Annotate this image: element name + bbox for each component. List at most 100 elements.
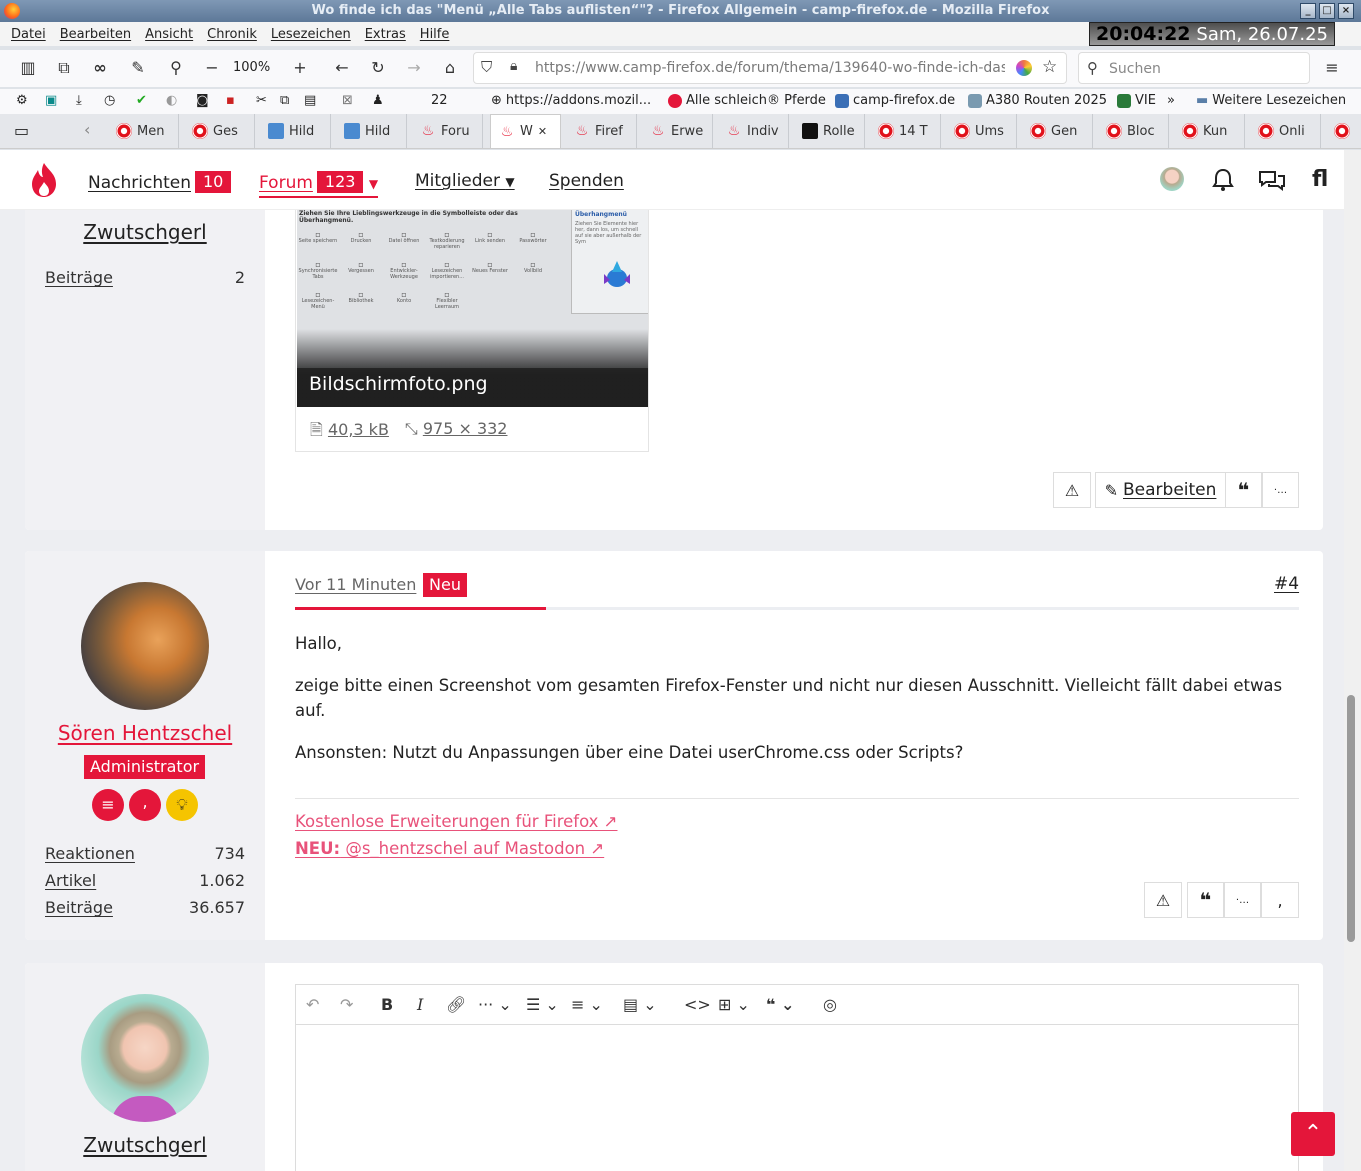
search-bar[interactable]: ⚲ Suchen <box>1078 52 1310 84</box>
reload-icon[interactable]: ↻ <box>368 58 388 78</box>
zoom-in-icon[interactable]: + <box>290 58 310 78</box>
code-block-icon[interactable]: ▤ ⌄ <box>623 995 657 1014</box>
tab-active[interactable]: ♨ W ✕ <box>490 114 561 148</box>
post-number-link[interactable]: #4 <box>1274 574 1299 594</box>
tab[interactable]: Gen <box>1022 114 1093 148</box>
zoom-level[interactable]: 100% <box>233 60 270 75</box>
quote-button[interactable]: ❝ <box>1225 472 1262 508</box>
tab[interactable]: Men <box>108 114 179 148</box>
extensions-icon[interactable]: ⧉ <box>54 58 74 78</box>
quote-insert-icon[interactable]: ❝ ⌄ <box>766 995 794 1014</box>
paste-icon[interactable]: ▤ <box>304 93 316 108</box>
hamburger-menu-icon[interactable]: ≡ <box>1322 58 1342 78</box>
copy-icon[interactable]: ⧉ <box>280 93 289 108</box>
save-icon[interactable]: ▣ <box>45 93 57 108</box>
zoom-out-icon[interactable]: − <box>202 58 222 78</box>
more-formatting-icon[interactable]: ··· ⌄ <box>478 995 512 1014</box>
tab[interactable]: Kun <box>1174 114 1245 148</box>
zoom-search-icon[interactable]: ⚲ <box>166 58 186 78</box>
nav-nachrichten[interactable]: Nachrichten 10 <box>88 171 232 193</box>
cut-icon[interactable]: ✂ <box>256 93 267 108</box>
attachment-size[interactable]: 🗎︎ 40,3 kB <box>310 419 389 446</box>
signature-link-mastodon[interactable]: NEU: @s_hentzschel auf Mastodon ↗ <box>295 839 604 858</box>
scroll-to-top-button[interactable]: ⌃ <box>1291 1112 1335 1156</box>
other-bookmarks[interactable]: ▬ Weitere Lesezeichen <box>1196 93 1346 108</box>
shield-icon[interactable]: ⛉ <box>481 58 492 76</box>
tab[interactable]: ♨ Foru <box>412 114 483 148</box>
forward-icon[interactable]: → <box>404 58 424 78</box>
page-scrollbar[interactable] <box>1344 150 1361 1171</box>
inline-code-icon[interactable]: <> <box>684 995 711 1014</box>
tab[interactable]: Ges <box>184 114 255 148</box>
menu-chronik[interactable]: Chronik <box>207 27 257 42</box>
bell-icon[interactable] <box>1212 168 1234 192</box>
nav-mitglieder[interactable]: Mitglieder ▼ <box>415 171 515 191</box>
spoiler-icon[interactable]: ◎ <box>823 995 837 1014</box>
menu-datei[interactable]: Datei <box>11 27 46 42</box>
url-text[interactable]: https://www.camp-firefox.de/forum/thema/… <box>535 60 1005 76</box>
tab[interactable]: Hild <box>260 114 331 148</box>
quote-button[interactable]: ❝ <box>1187 882 1224 918</box>
bookmark-addons[interactable]: ⊕ https://addons.mozil... <box>491 93 651 108</box>
report-button[interactable]: ⚠ <box>1144 882 1182 918</box>
tab[interactable]: Bloc <box>1098 114 1169 148</box>
check-addon-icon[interactable]: ✔ <box>136 93 147 108</box>
undo-icon[interactable]: ↶ <box>306 995 319 1014</box>
scrollbar-thumb[interactable] <box>1347 695 1355 942</box>
attachment-preview[interactable]: Ziehen Sie Ihre Lieblingswerkzeuge in di… <box>297 210 648 407</box>
tab[interactable]: ♨ Firef <box>566 114 637 148</box>
tab-overview-icon[interactable]: ▭ <box>14 121 29 140</box>
more-menu-icon[interactable]: ﬂ <box>1312 167 1328 192</box>
tab[interactable]: 14 T <box>870 114 941 148</box>
tab[interactable]: Onli <box>1250 114 1321 148</box>
scroll-tabs-left-icon[interactable]: ‹ <box>84 120 90 139</box>
addon-icon[interactable]: ✎ <box>128 58 148 78</box>
menu-bearbeiten[interactable]: Bearbeiten <box>60 27 131 42</box>
sidebar-icon[interactable]: ▥ <box>18 58 38 78</box>
history-icon[interactable]: ◷ <box>104 93 115 108</box>
conversations-icon[interactable] <box>1258 169 1286 191</box>
camp-firefox-logo-icon[interactable] <box>28 162 60 198</box>
attachment-dimensions[interactable]: ⤡ 975 × 332 <box>405 419 508 446</box>
bold-icon[interactable]: B <box>381 995 393 1014</box>
signature-link-extensions[interactable]: Kostenlose Erweiterungen für Firefox ↗ <box>295 812 618 831</box>
menu-ansicht[interactable]: Ansicht <box>145 27 193 42</box>
list-icon[interactable]: ☰ ⌄ <box>526 995 559 1014</box>
bookmark-vie[interactable]: VIE <box>1117 93 1156 108</box>
edit-button[interactable]: ✎ Bearbeiten <box>1095 472 1225 508</box>
nav-spenden[interactable]: Spenden <box>549 171 624 191</box>
nav-forum[interactable]: Forum 123 ▼ <box>259 171 379 198</box>
tab[interactable]: Ums <box>946 114 1017 148</box>
screenshot-icon[interactable]: ◙ <box>196 93 209 108</box>
minimize-button[interactable]: _ <box>1300 3 1316 19</box>
author-avatar-cat[interactable] <box>81 582 209 710</box>
close-window-button[interactable]: × <box>1338 3 1354 19</box>
align-icon[interactable]: ≡ ⌄ <box>571 995 603 1014</box>
bookmark-star-icon[interactable]: ☆ <box>1042 57 1057 77</box>
table-icon[interactable]: ⊞ ⌄ <box>718 995 750 1014</box>
lock-icon[interactable]: 🔒︎ <box>510 58 517 74</box>
more-actions-button[interactable]: ‧… <box>1262 472 1299 508</box>
back-icon[interactable]: ← <box>332 58 352 78</box>
author-name[interactable]: Zwutschgerl <box>25 1133 265 1157</box>
bookmark-schleich[interactable]: Alle schleich® Pferde <box>668 93 826 108</box>
user-avatar-small[interactable] <box>1160 167 1184 191</box>
menu-extras[interactable]: Extras <box>365 27 406 42</box>
bookmark-camp-firefox[interactable]: camp-firefox.de <box>835 93 955 108</box>
maximize-button[interactable]: □ <box>1319 3 1335 19</box>
attachment-filename[interactable]: Bildschirmfoto.png <box>309 373 488 395</box>
clear-icon[interactable]: ⊠ <box>342 93 353 108</box>
link-icon[interactable]: 🔗︎ <box>446 995 466 1014</box>
redo-icon[interactable]: ↷ <box>340 995 353 1014</box>
author-name[interactable]: Sören Hentzschel <box>25 721 265 745</box>
trophy-comma-icon[interactable]: , <box>129 789 161 821</box>
more-actions-button[interactable]: ‧… <box>1224 882 1261 918</box>
tab[interactable]: ♨ Indiv <box>718 114 789 148</box>
menu-hilfe[interactable]: Hilfe <box>420 27 450 42</box>
tab[interactable]: Hild <box>336 114 407 148</box>
download-icon[interactable]: ⤓ <box>76 93 82 108</box>
report-button[interactable]: ⚠ <box>1053 472 1091 508</box>
notification-addon-icon[interactable]: ▪ <box>226 93 235 108</box>
trophy-lightbulb-icon[interactable]: 💡︎ <box>166 789 198 821</box>
tab[interactable] <box>1326 114 1361 148</box>
